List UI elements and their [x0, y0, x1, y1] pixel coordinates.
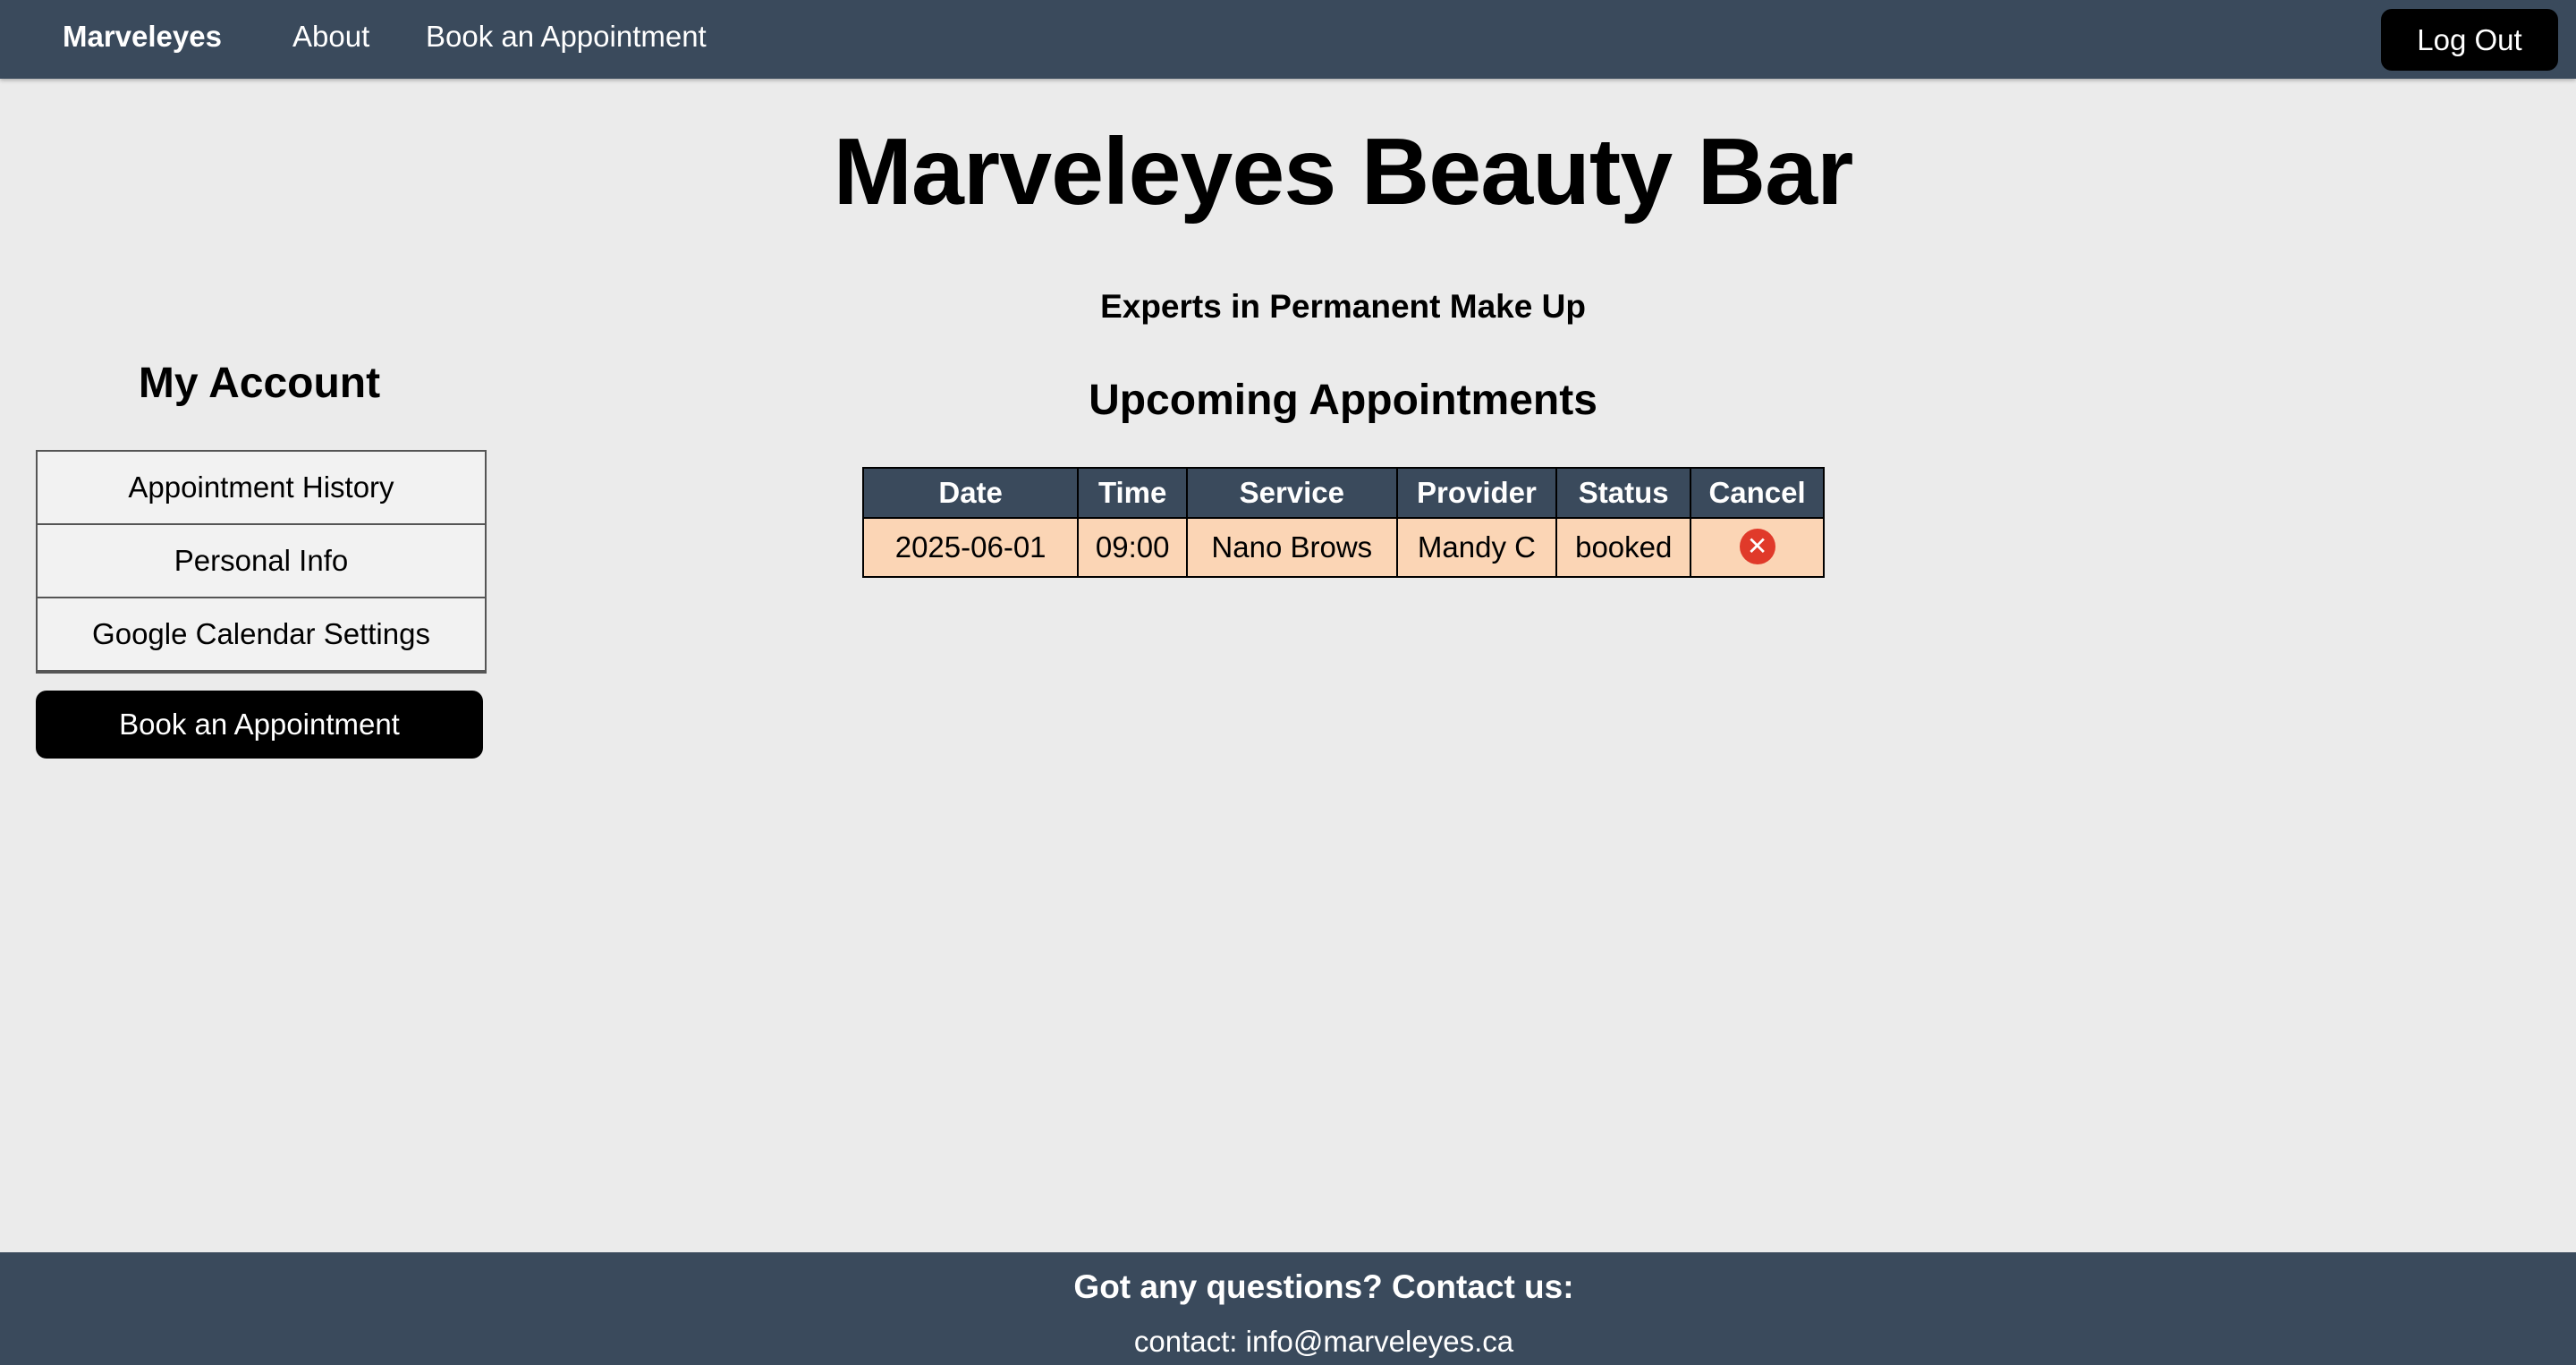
brand-link[interactable]: Marveleyes: [63, 20, 222, 54]
footer-contact-email: contact: info@marveleyes.ca: [1133, 1325, 1514, 1358]
logout-button[interactable]: Log Out: [2381, 9, 2558, 71]
cell-time: 09:00: [1077, 517, 1189, 578]
appointments-table: Date Time Service Provider Status Cancel…: [861, 467, 1825, 578]
column-header-status: Status: [1555, 467, 1692, 519]
footer-heading: Got any questions? Contact us:: [1073, 1268, 1574, 1305]
column-header-cancel: Cancel: [1690, 467, 1825, 519]
cell-provider: Mandy C: [1395, 517, 1558, 578]
top-navbar: Marveleyes About Book an Appointment Log…: [0, 0, 2576, 79]
book-appointment-button[interactable]: Book an Appointment: [36, 691, 483, 759]
menu-item-personal-info[interactable]: Personal Info: [38, 525, 485, 598]
footer: Got any questions? Contact us: contact: …: [0, 1252, 2576, 1365]
column-header-service: Service: [1186, 467, 1398, 519]
column-header-time: Time: [1077, 467, 1189, 519]
nav-book-appointment-link[interactable]: Book an Appointment: [426, 20, 707, 54]
column-header-date: Date: [861, 467, 1080, 519]
page-title: Marveleyes Beauty Bar: [833, 119, 1854, 225]
column-header-provider: Provider: [1395, 467, 1558, 519]
tagline: Experts in Permanent Make Up: [1100, 288, 1586, 325]
nav-about-link[interactable]: About: [292, 20, 369, 54]
table-header-row: Date Time Service Provider Status Cancel: [861, 467, 1825, 519]
close-circle-icon[interactable]: ✕: [1739, 529, 1775, 565]
cell-cancel: ✕: [1690, 517, 1825, 578]
menu-item-google-calendar-settings[interactable]: Google Calendar Settings: [38, 598, 485, 672]
table-row: 2025-06-01 09:00 Nano Brows Mandy C book…: [861, 517, 1825, 578]
account-menu: Appointment History Personal Info Google…: [36, 450, 487, 674]
cell-date: 2025-06-01: [861, 517, 1080, 578]
menu-item-appointment-history[interactable]: Appointment History: [38, 452, 485, 525]
my-account-heading: My Account: [138, 360, 381, 407]
cell-status: booked: [1555, 517, 1692, 578]
cell-service: Nano Brows: [1186, 517, 1398, 578]
